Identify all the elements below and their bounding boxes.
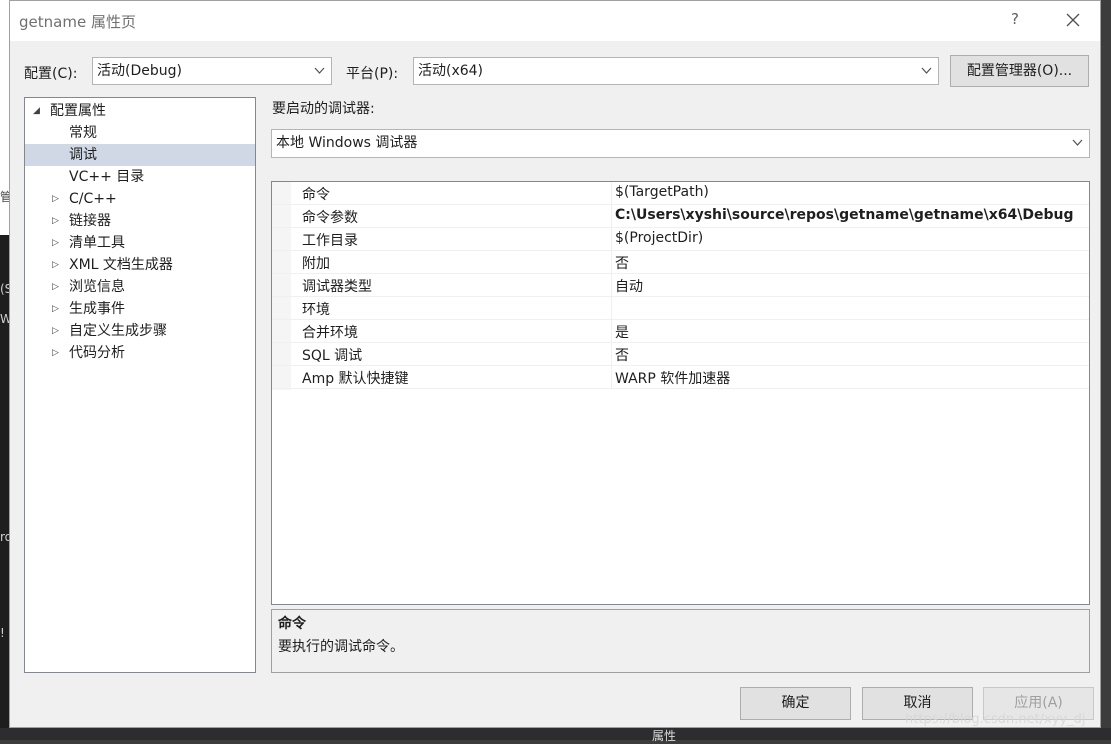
property-value[interactable]: 否 (615, 345, 629, 365)
property-row[interactable]: 命令 $(TargetPath) (272, 182, 1089, 205)
property-name: 附加 (302, 256, 330, 272)
collapsed-arrow-icon[interactable]: ▷ (52, 342, 59, 364)
column-separator (611, 343, 612, 366)
tree-item-label: 调试 (69, 147, 97, 163)
debugger-dropdown-value: 本地 Windows 调试器 (276, 135, 418, 151)
column-separator (611, 366, 612, 389)
config-manager-button[interactable]: 配置管理器(O)... (950, 55, 1089, 87)
property-value[interactable]: C:\Users\xyshi\source\repos\getname\getn… (615, 207, 1074, 223)
property-name: 命令 (302, 187, 330, 203)
platform-dropdown-value: 活动(x64) (418, 63, 484, 79)
tree-item-label: 代码分析 (69, 345, 125, 361)
property-row[interactable]: 附加 否 (272, 251, 1089, 274)
chevron-down-icon (921, 58, 932, 94)
background-properties-panel-title: 属性 (652, 729, 677, 743)
tree-item-label: 浏览信息 (69, 279, 125, 295)
column-separator (611, 205, 612, 228)
background-bottom-panel (0, 728, 1111, 740)
property-value[interactable]: $(TargetPath) (615, 184, 709, 200)
collapsed-arrow-icon[interactable]: ▷ (52, 298, 59, 320)
tree-item[interactable]: ▷ C/C++ (25, 188, 255, 210)
description-panel: 命令 要执行的调试命令。 (271, 609, 1090, 673)
property-name: 调试器类型 (302, 279, 372, 295)
property-tree: ◢ 配置属性 常规调试 VC++ 目录 ▷ C/C++ ▷ 链接器 ▷ 清单工具 ▷ XML 文档… (24, 97, 256, 673)
tree-item[interactable]: ▷ 浏览信息 (25, 276, 255, 298)
platform-label: 平台(P): (346, 66, 399, 82)
config-dropdown[interactable]: 活动(Debug) (92, 57, 332, 85)
tree-item-label: 常规 (69, 125, 97, 141)
title-bar: getname 属性页 ? (10, 1, 1100, 41)
property-name: 环境 (302, 302, 330, 318)
tree-item[interactable]: ▷ XML 文档生成器 (25, 254, 255, 276)
tree-item-label: VC++ 目录 (69, 169, 145, 185)
help-button[interactable]: ? (1008, 10, 1022, 28)
tree-item[interactable]: ▷ 生成事件 (25, 298, 255, 320)
window-title: getname 属性页 (19, 13, 136, 31)
description-text: 要执行的调试命令。 (278, 639, 404, 655)
debugger-label: 要启动的调试器: (272, 101, 375, 117)
column-separator (611, 228, 612, 251)
chevron-down-icon (314, 58, 325, 94)
property-row[interactable]: 调试器类型 自动 (272, 274, 1089, 297)
tree-item-label: 清单工具 (69, 235, 125, 251)
column-separator (611, 251, 612, 274)
property-row[interactable]: 工作目录 $(ProjectDir) (272, 228, 1089, 251)
tree-item[interactable]: ▷ 自定义生成步骤 (25, 320, 255, 342)
description-title: 命令 (278, 616, 306, 632)
collapsed-arrow-icon[interactable]: ▷ (52, 276, 59, 298)
property-name: Amp 默认快捷键 (302, 371, 409, 387)
property-pages-dialog: getname 属性页 ? 配置(C): 活动(Debug) 平台(P): 活动… (9, 0, 1101, 728)
tree-item[interactable]: ▷ 清单工具 (25, 232, 255, 254)
property-name: 命令参数 (302, 210, 358, 226)
property-name: 合并环境 (302, 325, 358, 341)
tree-item[interactable]: 常规 (25, 122, 255, 144)
config-dropdown-value: 活动(Debug) (97, 63, 182, 79)
close-icon[interactable] (1062, 9, 1084, 31)
collapsed-arrow-icon[interactable]: ▷ (52, 210, 59, 232)
config-label: 配置(C): (24, 66, 78, 82)
column-separator (611, 274, 612, 297)
platform-dropdown[interactable]: 活动(x64) (413, 57, 939, 85)
column-separator (611, 320, 612, 343)
property-row[interactable]: Amp 默认快捷键 WARP 软件加速器 (272, 366, 1089, 389)
tree-item-label: 生成事件 (69, 301, 125, 317)
debugger-dropdown[interactable]: 本地 Windows 调试器 (271, 129, 1090, 158)
collapsed-arrow-icon[interactable]: ▷ (52, 254, 59, 276)
tree-item-label: C/C++ (69, 191, 117, 207)
property-grid: 命令 $(TargetPath) 命令参数 C:\Users\xyshi\source… (271, 181, 1090, 605)
tree-item-label: 链接器 (69, 213, 111, 229)
collapsed-arrow-icon[interactable]: ▷ (52, 232, 59, 254)
expanded-arrow-icon[interactable]: ◢ (33, 100, 40, 122)
property-row[interactable]: SQL 调试 否 (272, 343, 1089, 366)
tree-item[interactable]: ▷ 链接器 (25, 210, 255, 232)
property-value[interactable]: 否 (615, 253, 629, 273)
property-row[interactable]: 合并环境 是 (272, 320, 1089, 343)
tree-item[interactable]: 调试 (25, 144, 255, 166)
collapsed-arrow-icon[interactable]: ▷ (52, 320, 59, 342)
property-value[interactable]: $(ProjectDir) (615, 230, 703, 246)
property-row[interactable]: 命令参数 C:\Users\xyshi\source\repos\getname\… (272, 205, 1089, 228)
property-value[interactable]: 自动 (615, 276, 643, 296)
tree-root-label: 配置属性 (50, 103, 106, 119)
collapsed-arrow-icon[interactable]: ▷ (52, 188, 59, 210)
column-separator (611, 297, 612, 320)
tree-item-label: 自定义生成步骤 (69, 323, 167, 339)
tree-root-config-properties[interactable]: ◢ 配置属性 (25, 100, 255, 122)
property-name: SQL 调试 (302, 348, 363, 364)
tree-item[interactable]: ▷ 代码分析 (25, 342, 255, 364)
property-row[interactable]: 环境 (272, 297, 1089, 320)
property-value[interactable]: WARP 软件加速器 (615, 368, 730, 388)
chevron-down-icon (1072, 130, 1083, 167)
property-name: 工作目录 (302, 233, 358, 249)
property-value[interactable]: 是 (615, 322, 629, 342)
tree-item[interactable]: VC++ 目录 (25, 166, 255, 188)
ok-button[interactable]: 确定 (740, 687, 851, 720)
column-separator (611, 182, 612, 205)
tree-item-label: XML 文档生成器 (69, 257, 173, 273)
watermark: https://blog.csdn.net/xyy_dj (905, 712, 1086, 727)
